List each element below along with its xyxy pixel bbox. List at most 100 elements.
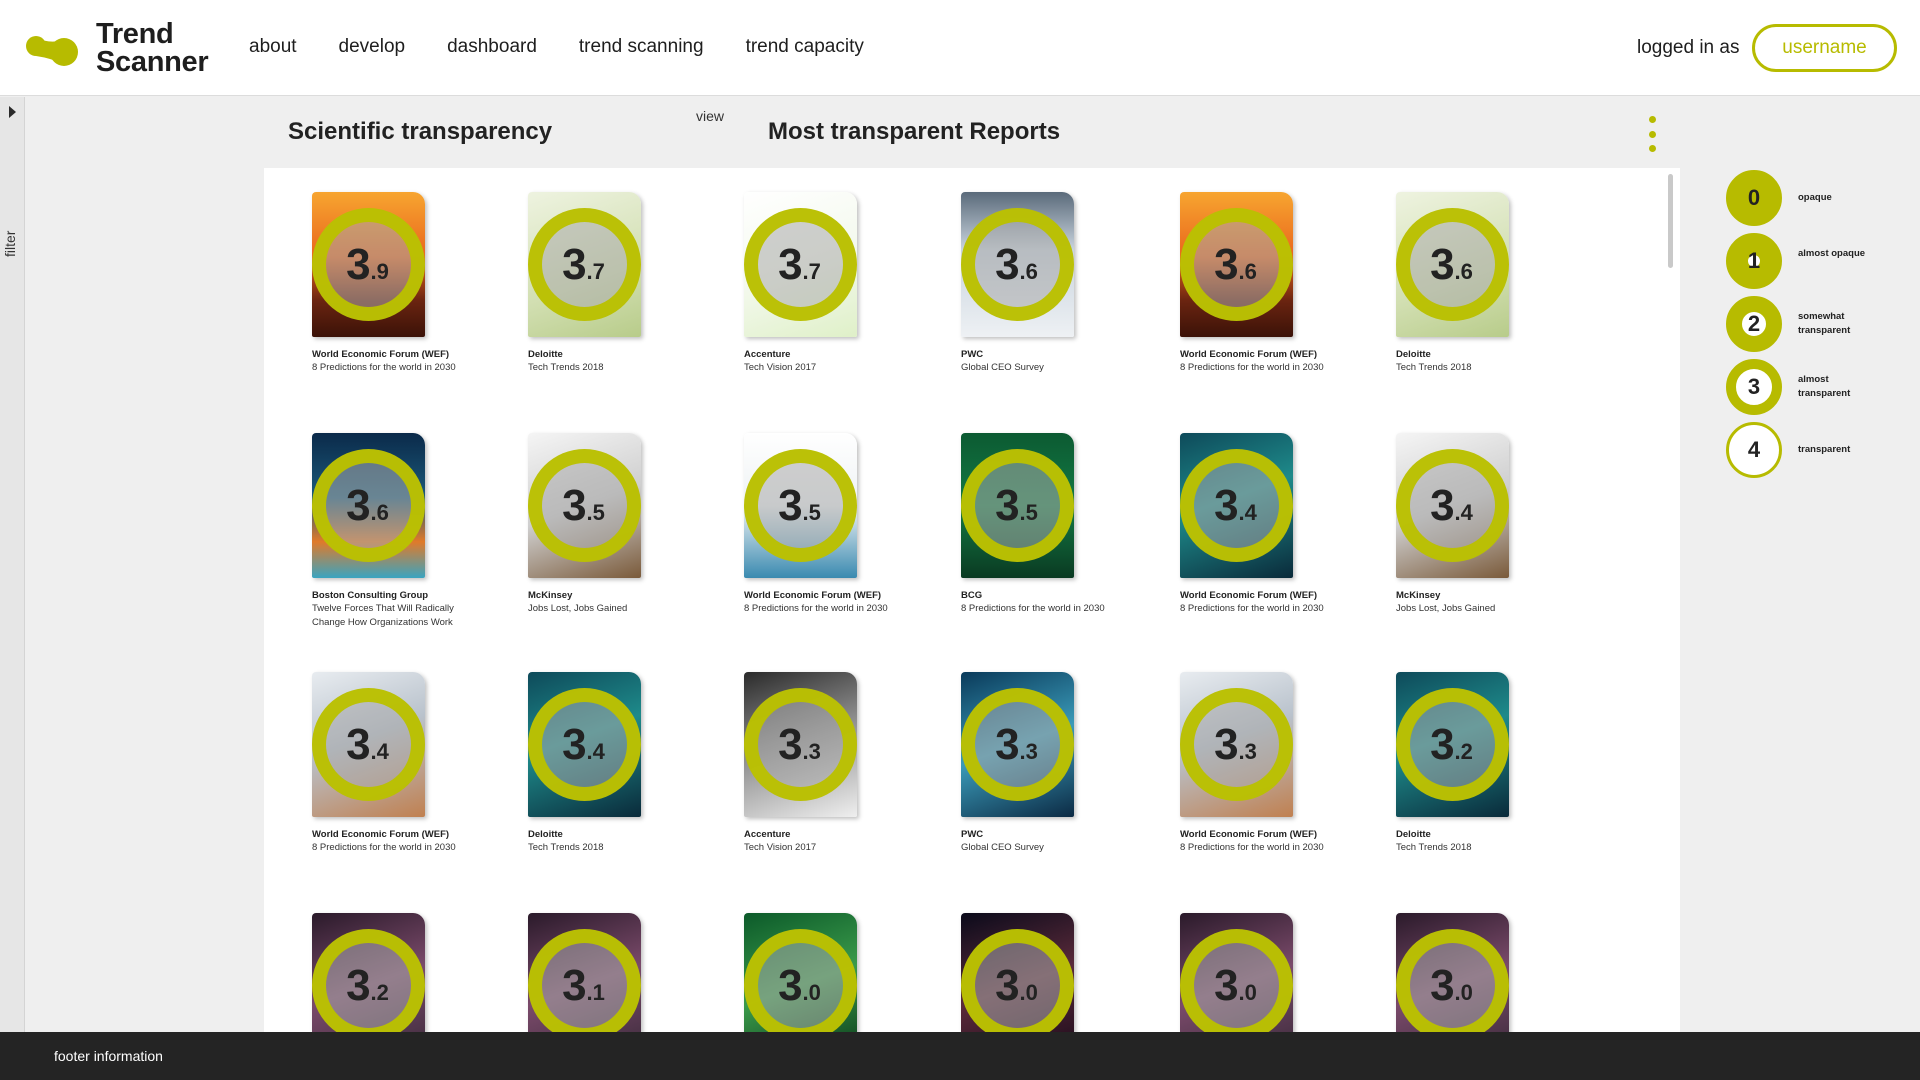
report-title: Tech Trends 2018 [1396,362,1472,373]
report-cover-image[interactable]: 3.3 [961,672,1074,817]
report-card[interactable]: 3.4 World Economic Forum (WEF) 8 Predictio… [312,672,462,855]
score-decimal: 5 [808,499,821,525]
score-integer: 3 [1430,719,1455,769]
report-card[interactable]: 3.0 [744,913,894,1032]
report-cover-image[interactable]: 3.6 [1180,192,1293,337]
nav-item-about[interactable]: about [249,36,297,58]
report-title: Global CEO Survey [961,362,1044,373]
scrollbar-thumb[interactable] [1668,174,1673,268]
report-title: Global CEO Survey [961,842,1044,853]
report-cover-image[interactable]: 3.6 [1396,192,1509,337]
transparency-score: 3.0 [1214,963,1257,1008]
logo-line1: Trend [96,18,174,50]
transparency-score: 3.0 [995,963,1038,1008]
report-card[interactable]: 3.9 World Economic Forum (WEF) 8 Predictio… [312,192,462,375]
score-decimal: 4 [1460,499,1473,525]
report-cover-image[interactable]: 3.2 [312,913,425,1032]
report-card[interactable]: 3.2 Deloitte Tech Trends 2018 [1396,672,1546,855]
report-cover-image[interactable]: 3.2 [1396,672,1509,817]
report-cover-image[interactable]: 3.4 [1180,433,1293,578]
report-card[interactable]: 3.4 World Economic Forum (WEF) 8 Predictio… [1180,433,1330,616]
report-title: 8 Predictions for the world in 2030 [961,603,1105,614]
report-cover-image[interactable]: 3.0 [961,913,1074,1032]
report-card[interactable]: 3.6 Boston Consulting Group Twelve Forces … [312,433,462,630]
nav-item-trend-scanning[interactable]: trend scanning [579,36,704,58]
report-cover-image[interactable]: 3.0 [1396,913,1509,1032]
report-card[interactable]: 3.7 Accenture Tech Vision 2017 [744,192,894,375]
score-decimal: 7 [808,258,821,284]
score-integer: 3 [346,480,371,530]
score-integer: 3 [346,960,371,1010]
score-decimal: 6 [376,499,389,525]
report-cover-image[interactable]: 3.3 [744,672,857,817]
more-vertical-icon[interactable] [1645,116,1659,152]
report-card[interactable]: 3.5 McKinsey Jobs Lost, Jobs Gained [528,433,678,616]
report-card[interactable]: 3.2 [312,913,462,1032]
legend-label: almost transparent [1798,374,1851,399]
report-cover-image[interactable]: 3.4 [1396,433,1509,578]
report-cover-image[interactable]: 3.7 [744,192,857,337]
nav-item-dashboard[interactable]: dashboard [447,36,537,58]
report-card[interactable]: 3.7 Deloitte Tech Trends 2018 [528,192,678,375]
report-cover-image[interactable]: 3.0 [744,913,857,1032]
transparency-score: 3.9 [346,242,389,287]
report-card[interactable]: 3.6 PWC Global CEO Survey [961,192,1111,375]
report-publisher: World Economic Forum (WEF) [1180,590,1318,601]
transparency-score: 3.2 [1430,719,1473,769]
score-integer: 3 [995,480,1020,530]
caret-right-icon[interactable] [9,106,16,118]
report-card[interactable]: 3.6 World Economic Forum (WEF) 8 Predictio… [1180,192,1330,375]
report-card[interactable]: 3.0 [1180,913,1330,1032]
transparency-score-ring: 3.4 [528,688,641,801]
report-cover-image[interactable]: 3.4 [528,672,641,817]
report-publisher: Deloitte [528,829,563,840]
transparency-score-ring: 3.0 [1396,929,1509,1032]
report-card[interactable]: 3.5 World Economic Forum (WEF) 8 Predictio… [744,433,894,616]
report-cover-image[interactable]: 3.4 [312,672,425,817]
score-decimal: 9 [376,258,389,284]
score-integer: 3 [1214,480,1239,530]
report-cover-image[interactable]: 3.5 [744,433,857,578]
transparency-score-ring: 3.6 [1180,208,1293,321]
nav-item-trend-capacity[interactable]: trend capacity [746,36,864,58]
report-cover-image[interactable]: 3.9 [312,192,425,337]
report-cover-image[interactable]: 3.6 [961,192,1074,337]
score-integer: 3 [1214,239,1239,289]
report-cover-image[interactable]: 3.6 [312,433,425,578]
report-card[interactable]: 3.3 World Economic Forum (WEF) 8 Predictio… [1180,672,1330,855]
app-logo[interactable]: Trend Scanner [22,18,209,78]
report-cover-image[interactable]: 3.5 [961,433,1074,578]
transparency-score-ring: 3.6 [1396,208,1509,321]
report-card[interactable]: 3.4 Deloitte Tech Trends 2018 [528,672,678,855]
transparency-score: 3.6 [995,242,1038,287]
report-cover-image[interactable]: 3.0 [1180,913,1293,1032]
nav-item-develop[interactable]: develop [339,36,406,58]
transparency-score-ring: 3.4 [312,688,425,801]
report-card[interactable]: 3.5 BCG 8 Predictions for the world in 203… [961,433,1111,616]
report-publisher: PWC [961,829,984,840]
score-decimal: 0 [808,979,821,1005]
report-card[interactable]: 3.3 Accenture Tech Vision 2017 [744,672,894,855]
score-integer: 3 [995,719,1020,769]
score-decimal: 2 [376,979,389,1005]
report-title: 8 Predictions for the world in 2030 [312,842,456,853]
transparency-score: 3.7 [562,242,605,287]
report-card[interactable]: 3.3 PWC Global CEO Survey [961,672,1111,855]
transparency-score: 3.5 [995,480,1038,530]
report-card[interactable]: 3.1 [528,913,678,1032]
report-cover-image[interactable]: 3.5 [528,433,641,578]
report-card[interactable]: 3.4 McKinsey Jobs Lost, Jobs Gained [1396,433,1546,616]
filter-label[interactable]: filter [2,231,18,257]
report-card[interactable]: 3.0 [961,913,1111,1032]
username-button[interactable]: username [1752,24,1897,72]
view-toggle[interactable]: view [696,108,724,124]
report-card[interactable]: 3.0 [1396,913,1546,1032]
report-cover-image[interactable]: 3.1 [528,913,641,1032]
report-cover-image[interactable]: 3.3 [1180,672,1293,817]
filter-sidebar[interactable]: filter [0,97,25,1032]
report-publisher: Accenture [744,829,791,840]
legend-item: 2 somewhat transparent [1726,296,1920,352]
transparency-score-ring: 3.6 [312,449,425,562]
report-card[interactable]: 3.6 Deloitte Tech Trends 2018 [1396,192,1546,375]
report-cover-image[interactable]: 3.7 [528,192,641,337]
